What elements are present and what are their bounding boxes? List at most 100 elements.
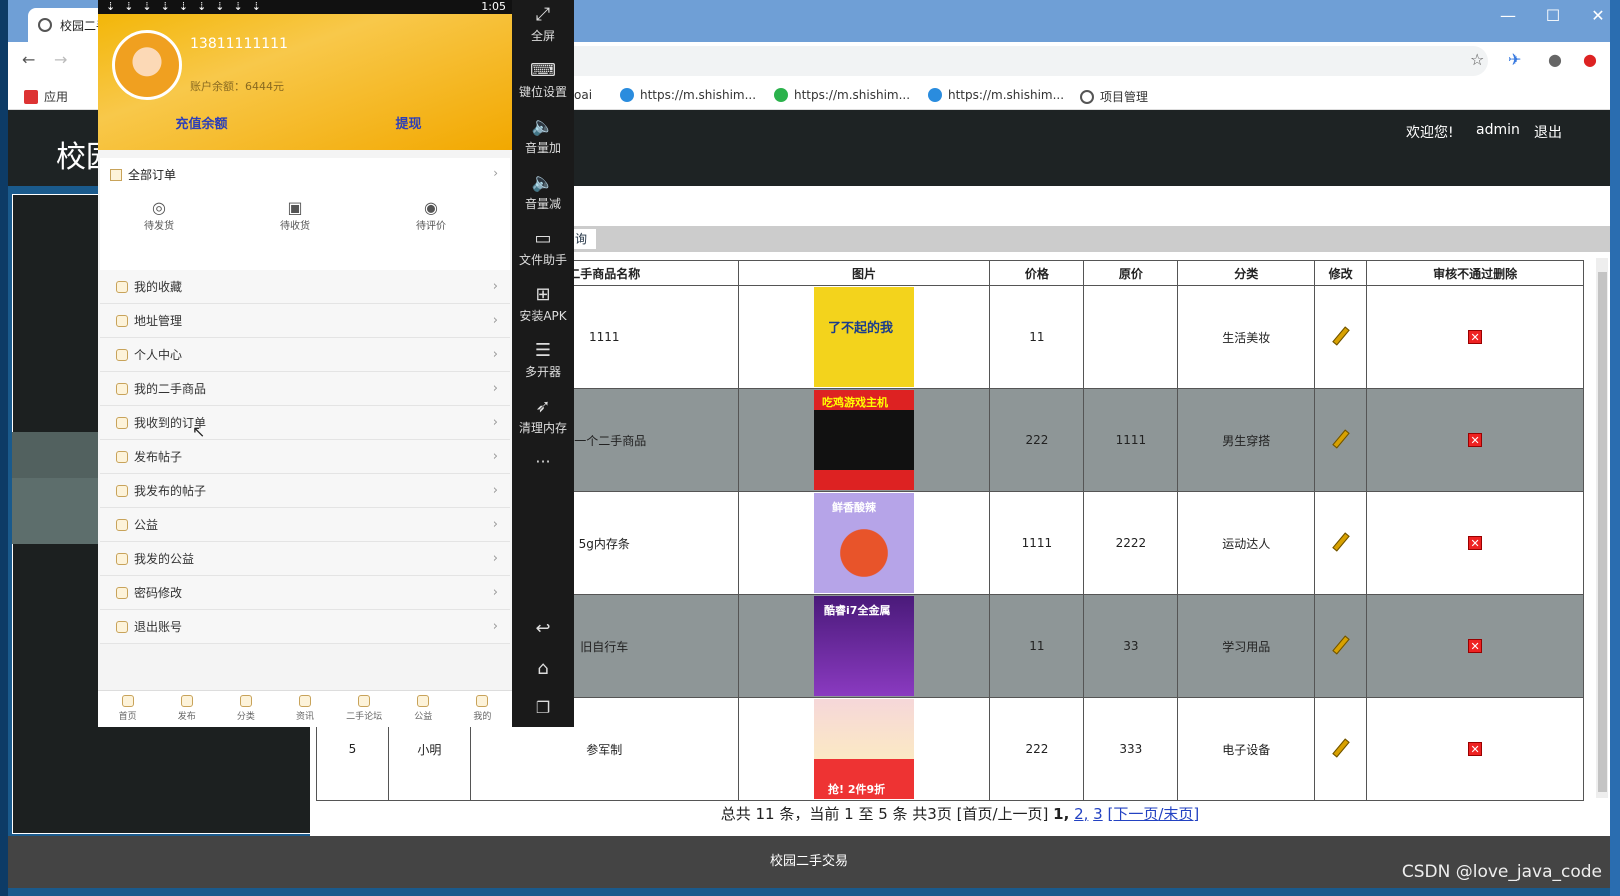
chevron-right-icon: ›: [492, 313, 498, 328]
fullscreen-button[interactable]: ⤢ 全屏: [512, 4, 574, 44]
forward-icon[interactable]: →: [54, 50, 67, 69]
menu-personal-center[interactable]: 个人中心 ›: [100, 338, 510, 372]
news-icon: [298, 695, 311, 707]
product-image[interactable]: 鲜香酸辣: [814, 493, 915, 593]
chevron-right-icon: ›: [492, 517, 498, 532]
receive-icon: ▣: [287, 198, 303, 217]
next-page-link[interactable]: [下一页: [1107, 805, 1158, 823]
delete-icon[interactable]: ✕: [1468, 433, 1483, 447]
close-button[interactable]: ✕: [1583, 6, 1613, 25]
more-button[interactable]: ···: [512, 452, 574, 471]
nav-forum[interactable]: 二手论坛: [335, 691, 394, 727]
page-2-link[interactable]: 2,: [1074, 805, 1088, 823]
menu-logout[interactable]: 退出账号 ›: [100, 610, 510, 644]
edit-pencil-icon[interactable]: [1331, 325, 1350, 346]
nav-mine[interactable]: 我的: [453, 691, 512, 727]
edit-pencil-icon[interactable]: [1331, 428, 1350, 449]
star-icon[interactable]: ☆: [1470, 50, 1484, 69]
notification-icons: ⇣⇣⇣⇣⇣⇣⇣⇣⇣: [106, 0, 270, 13]
admin-link[interactable]: admin: [1476, 122, 1520, 138]
nav-publish[interactable]: 发布: [157, 691, 216, 727]
bookmark-link-2[interactable]: https://m.shishim...: [774, 88, 910, 102]
back-icon[interactable]: ←: [22, 50, 35, 69]
order-pending-receive[interactable]: ▣ 待收货: [280, 198, 310, 232]
back-nav-button[interactable]: ↩: [512, 618, 574, 639]
scrollbar-thumb[interactable]: [1598, 272, 1607, 792]
ship-icon: ◎: [152, 198, 166, 217]
update-icon[interactable]: ●: [1583, 50, 1597, 69]
maximize-button[interactable]: ☐: [1538, 6, 1568, 25]
bookmark-oai[interactable]: oai: [574, 88, 592, 102]
all-orders-row[interactable]: 全部订单: [110, 166, 176, 183]
bookmark-project[interactable]: 项目管理: [1080, 88, 1148, 105]
minimize-button[interactable]: —: [1493, 6, 1523, 25]
menu-address[interactable]: 地址管理 ›: [100, 304, 510, 338]
keyboard-icon: ⌨: [530, 60, 556, 81]
menu-change-password[interactable]: 密码修改 ›: [100, 576, 510, 610]
file-helper-button[interactable]: ▭ 文件助手: [512, 228, 574, 268]
menu-my-charity[interactable]: 我发的公益 ›: [100, 542, 510, 576]
product-image[interactable]: 吃鸡游戏主机: [814, 390, 915, 490]
delete-icon[interactable]: ✕: [1468, 639, 1483, 653]
watermark: CSDN @love_java_code: [1401, 862, 1602, 882]
page-3-link[interactable]: 3: [1093, 805, 1103, 823]
user-icon: [116, 348, 128, 361]
edit-pencil-icon[interactable]: [1331, 634, 1350, 655]
order-pending-ship[interactable]: ◎ 待发货: [144, 198, 174, 232]
chevron-right-icon: ›: [492, 347, 498, 362]
profile-icon[interactable]: ●: [1548, 50, 1562, 69]
phone-bottom-nav: 首页 发布 分类 资讯 二手论坛 公益 我的: [98, 690, 512, 727]
delete-icon[interactable]: ✕: [1468, 330, 1483, 344]
recents-icon: ❐: [535, 698, 551, 717]
fullscreen-icon: ⤢: [535, 4, 551, 25]
col-price: 价格: [989, 260, 1085, 286]
product-image[interactable]: 抢! 2件9折: [814, 699, 915, 799]
volume-down-button[interactable]: 🔈 音量减: [512, 172, 574, 212]
menu-received-orders[interactable]: 我收到的订单 ›: [100, 406, 510, 440]
desktop-edge-right: [1610, 0, 1620, 896]
recharge-button[interactable]: 充值余额: [98, 112, 305, 150]
chevron-right-icon: ›: [492, 381, 498, 396]
menu-my-items[interactable]: 我的二手商品 ›: [100, 372, 510, 406]
volume-up-button[interactable]: 🔈 音量加: [512, 116, 574, 156]
apps-icon: [24, 89, 38, 104]
chevron-right-icon: ›: [492, 619, 498, 634]
recents-nav-button[interactable]: ❐: [512, 698, 574, 717]
order-pending-review[interactable]: ◉ 待评价: [416, 198, 446, 232]
nav-charity[interactable]: 公益: [394, 691, 453, 727]
nav-category[interactable]: 分类: [216, 691, 275, 727]
nav-home[interactable]: 首页: [98, 691, 157, 727]
col-edit: 修改: [1314, 260, 1368, 286]
product-image[interactable]: 了不起的我: [814, 287, 915, 387]
multi-instance-button[interactable]: ☰ 多开器: [512, 340, 574, 380]
menu-favorites[interactable]: 我的收藏 ›: [100, 270, 510, 304]
clean-memory-button[interactable]: ➶ 清理内存: [512, 396, 574, 436]
bookmark-link-1[interactable]: https://m.shishim...: [620, 88, 756, 102]
menu-publish-post[interactable]: 发布帖子 ›: [100, 440, 510, 474]
delete-icon[interactable]: ✕: [1468, 536, 1483, 550]
avatar[interactable]: [112, 30, 182, 100]
site-footer: 校园二手交易: [8, 836, 1610, 888]
category: 生活美妆: [1177, 285, 1316, 389]
extension-icon[interactable]: ✈: [1508, 50, 1521, 69]
withdraw-button[interactable]: 提现: [305, 112, 512, 150]
menu-charity[interactable]: 公益 ›: [100, 508, 510, 542]
bookmark-link-3[interactable]: https://m.shishim...: [928, 88, 1064, 102]
nav-news[interactable]: 资讯: [275, 691, 334, 727]
gift-icon: [116, 484, 128, 497]
charity-icon: [417, 695, 430, 707]
delete-icon[interactable]: ✕: [1468, 742, 1483, 756]
product-image[interactable]: 酷睿i7全金属: [814, 596, 915, 696]
edit-pencil-icon[interactable]: [1331, 531, 1350, 552]
profile-menu: 我的收藏 › 地址管理 › 个人中心 › 我的二手商品 › 我收到的订单 › 发布帖子 › …: [100, 270, 510, 690]
last-page-link[interactable]: /末页]: [1158, 805, 1199, 823]
logout-link[interactable]: 退出: [1534, 122, 1562, 142]
keymap-button[interactable]: ⌨ 键位设置: [512, 60, 574, 100]
edit-pencil-icon[interactable]: [1331, 737, 1350, 758]
col-image: 图片: [737, 260, 991, 286]
home-nav-button[interactable]: ⌂: [512, 658, 574, 679]
bookmark-apps[interactable]: 应用: [24, 88, 68, 105]
install-apk-button[interactable]: ⊞ 安装APK: [512, 284, 574, 324]
orders-icon: [110, 168, 122, 181]
menu-my-posts[interactable]: 我发布的帖子 ›: [100, 474, 510, 508]
